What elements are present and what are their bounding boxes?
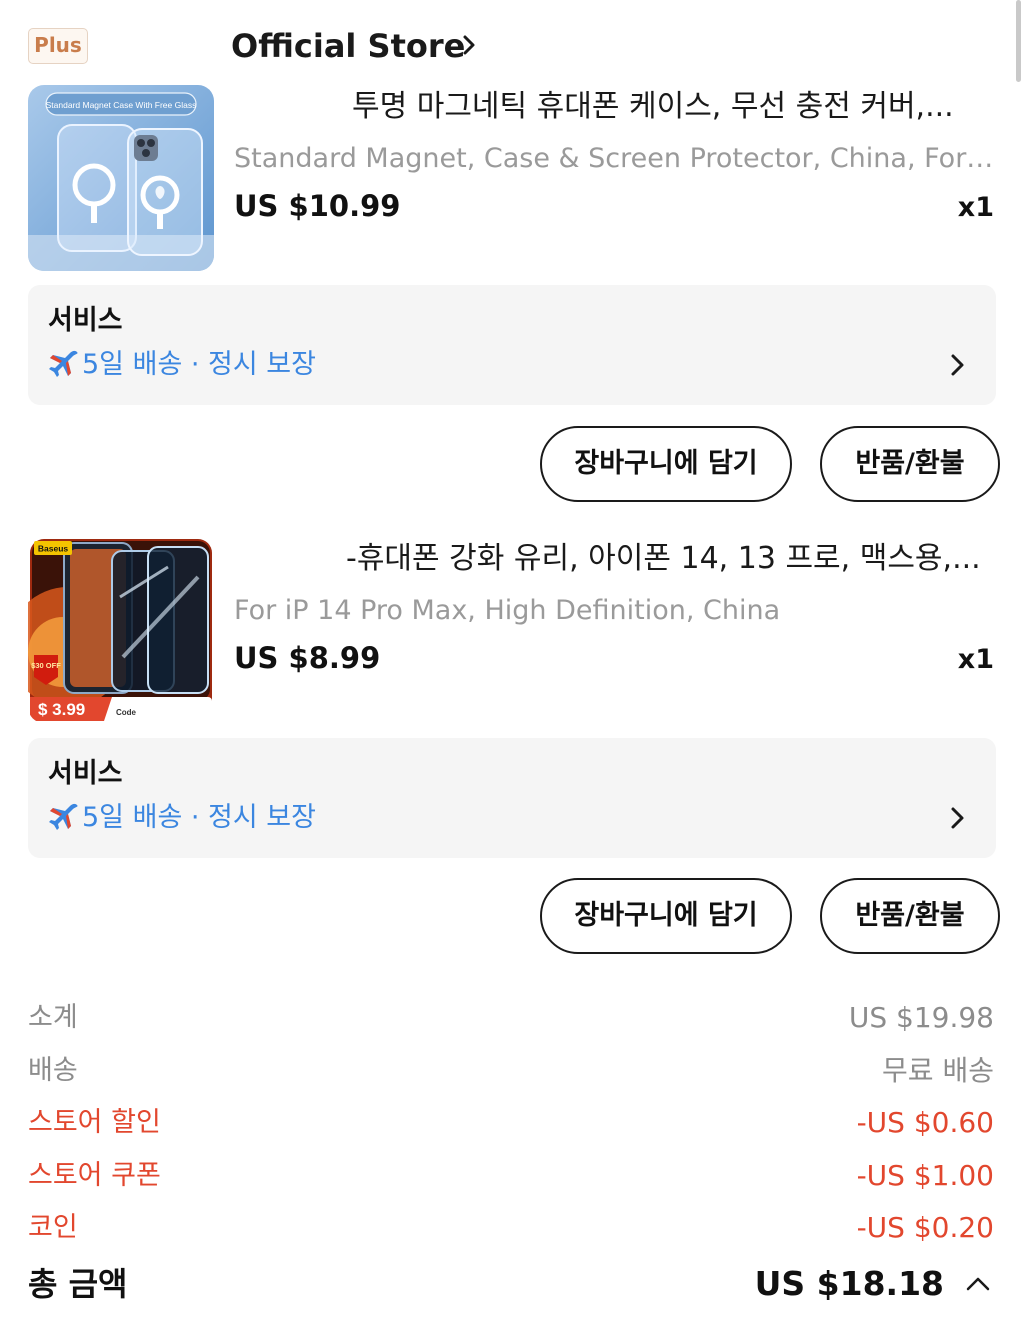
subtotal-row: 소계 US $19.98 <box>28 998 996 1038</box>
coin-row: 코인 -US $0.20 <box>28 1208 996 1248</box>
service-detail: 5일 배송 · 정시 보장 <box>48 347 316 383</box>
scrollbar[interactable] <box>1016 0 1021 82</box>
plus-badge: Plus <box>28 28 88 64</box>
chevron-right-icon[interactable] <box>948 806 968 830</box>
service-text: 5일 배송 · 정시 보장 <box>82 802 316 833</box>
coin-value: -US $0.20 <box>856 1211 994 1244</box>
product-quantity: x1 <box>957 192 994 223</box>
caret-up-icon[interactable] <box>964 1270 992 1298</box>
subtotal-label: 소계 <box>28 1002 78 1033</box>
shipping-row: 배송 무료 배송 <box>28 1051 996 1091</box>
add-to-cart-button[interactable]: 장바구니에 담기 <box>540 426 792 502</box>
chevron-right-icon[interactable] <box>458 34 480 56</box>
subtotal-value: US $19.98 <box>848 1001 994 1034</box>
add-to-cart-button[interactable]: 장바구니에 담기 <box>540 878 792 954</box>
service-panel-2[interactable]: 서비스 5일 배송 · 정시 보장 <box>28 738 996 858</box>
thumbnail-code: Code <box>116 708 137 717</box>
total-value: US $18.18 <box>754 1264 944 1303</box>
thumbnail-caption: Standard Magnet Case With Free Glass <box>46 100 197 110</box>
store-discount-value: -US $0.60 <box>856 1106 994 1139</box>
store-coupon-value: -US $1.00 <box>856 1159 994 1192</box>
store-header[interactable]: Plus Official Store <box>28 26 998 66</box>
service-text: 5일 배송 · 정시 보장 <box>82 349 316 380</box>
total-label: 총 금액 <box>28 1265 128 1303</box>
chevron-right-icon[interactable] <box>948 353 968 377</box>
store-discount-row: 스토어 할인 -US $0.60 <box>28 1103 996 1143</box>
service-title: 서비스 <box>48 758 123 789</box>
store-name[interactable]: Official Store <box>231 26 465 66</box>
product-thumbnail-tempered-glass[interactable]: Baseus $30 OFF $ 3.99 Code <box>28 537 214 723</box>
shipping-label: 배송 <box>28 1055 78 1086</box>
product-thumbnail-magsafe-case[interactable]: Standard Magnet Case With Free Glass <box>28 85 214 271</box>
store-discount-label: 스토어 할인 <box>28 1107 161 1138</box>
return-refund-button[interactable]: 반품/환불 <box>820 426 1000 502</box>
product-price: US $8.99 <box>234 641 381 675</box>
store-coupon-row: 스토어 쿠폰 -US $1.00 <box>28 1156 996 1196</box>
product-price: US $10.99 <box>234 189 401 223</box>
product-title[interactable]: 투명 마그네틱 휴대폰 케이스, 무선 충전 커버,... <box>234 85 994 129</box>
airplane-icon <box>49 803 78 830</box>
service-panel-1[interactable]: 서비스 5일 배송 · 정시 보장 <box>28 285 996 405</box>
product-variant: For iP 14 Pro Max, High Definition, Chin… <box>234 595 781 626</box>
thumbnail-discount: $30 OFF <box>31 661 61 670</box>
service-title: 서비스 <box>48 305 123 336</box>
airplane-icon <box>49 350 78 377</box>
order-item-1[interactable]: Standard Magnet Case With Free Glass 투명 … <box>28 85 998 275</box>
order-item-2[interactable]: Baseus $30 OFF $ 3.99 Code -휴대폰 강화 유리, 아… <box>28 537 998 727</box>
total-row[interactable]: 총 금액 US $18.18 <box>28 1260 996 1308</box>
product-quantity: x1 <box>957 644 994 675</box>
coin-label: 코인 <box>28 1212 78 1243</box>
service-detail: 5일 배송 · 정시 보장 <box>48 800 316 836</box>
shipping-value: 무료 배송 <box>882 1054 994 1087</box>
thumbnail-brand: Baseus <box>38 544 69 554</box>
thumbnail-price: $ 3.99 <box>38 700 85 719</box>
store-coupon-label: 스토어 쿠폰 <box>28 1160 161 1191</box>
product-variant: Standard Magnet, Case & Screen Protector… <box>234 143 994 174</box>
return-refund-button[interactable]: 반품/환불 <box>820 878 1000 954</box>
product-title[interactable]: -휴대폰 강화 유리, 아이폰 14, 13 프로, 맥스용,... <box>234 537 994 581</box>
